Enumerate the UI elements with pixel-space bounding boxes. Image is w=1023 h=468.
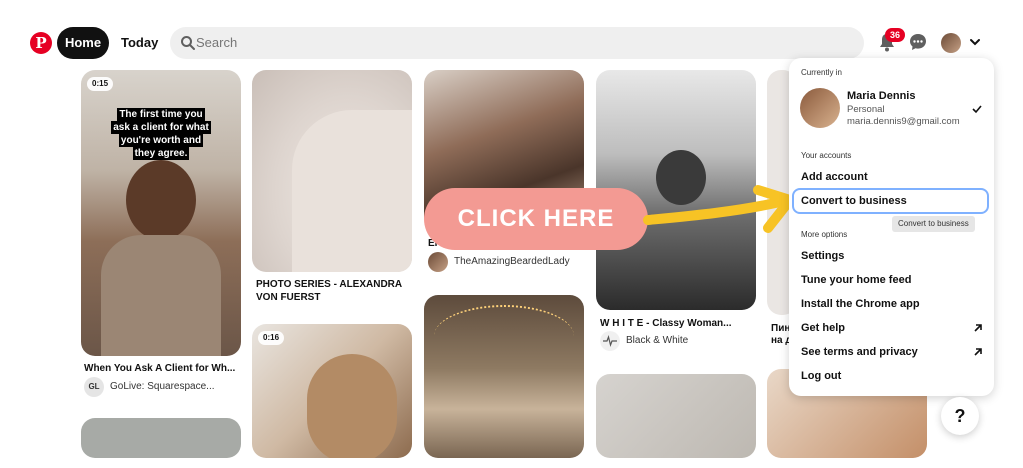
account-dropdown-menu: Currently in Maria Dennis Personal maria… (789, 58, 994, 396)
profile-avatar[interactable] (941, 33, 961, 53)
pin-image-bottom-left[interactable] (81, 418, 241, 458)
search-bar[interactable]: Search (170, 27, 864, 59)
log-out-menu-item[interactable]: Log out (801, 368, 841, 384)
messages-icon[interactable] (909, 33, 927, 51)
account-type: Personal (847, 104, 885, 115)
more-options-label: More options (801, 230, 848, 239)
your-accounts-label: Your accounts (801, 151, 852, 160)
home-tab[interactable]: Home (57, 27, 109, 59)
source-avatar[interactable]: GL (84, 377, 104, 397)
click-here-callout: CLICK HERE (424, 188, 648, 250)
currently-in-label: Currently in (801, 68, 842, 77)
pin-source[interactable]: TheAmazingBeardedLady (454, 252, 570, 272)
source-avatar-icon[interactable] (600, 331, 620, 351)
pinterest-logo-icon[interactable]: P (30, 32, 52, 54)
install-chrome-app-menu-item[interactable]: Install the Chrome app (801, 296, 920, 312)
checkmark-icon (972, 105, 982, 114)
video-caption-text: The first time you ask a client for what… (111, 108, 211, 160)
convert-to-business-menu-item[interactable]: Convert to business (801, 193, 907, 209)
add-account-menu-item[interactable]: Add account (801, 169, 868, 185)
person-hair (307, 354, 397, 458)
person-head (126, 160, 196, 240)
settings-menu-item[interactable]: Settings (801, 248, 844, 264)
pin-source[interactable]: Black & White (626, 331, 688, 351)
external-link-arrow-icon (974, 348, 982, 356)
get-help-menu-item[interactable]: Get help (801, 320, 845, 336)
pin-concrete[interactable] (596, 374, 756, 458)
string-lights (434, 305, 574, 367)
pin-photo-series[interactable] (252, 70, 412, 272)
today-tab[interactable]: Today (121, 27, 158, 59)
pin-title[interactable]: W H I T E - Classy Woman... (600, 317, 732, 330)
pin-source[interactable]: GoLive: Squarespace... (110, 377, 215, 397)
video-duration-badge: 0:15 (87, 77, 114, 91)
pin-bedroom[interactable] (424, 295, 584, 458)
account-name: Maria Dennis (847, 90, 916, 102)
pin-portrait-video[interactable]: 0:16 (252, 324, 412, 458)
pin-title[interactable]: PHOTO SERIES - ALEXANDRA VON FUERST (256, 278, 406, 304)
sculpture-shape (292, 110, 412, 272)
pin-title[interactable]: When You Ask A Client for Wh... (84, 362, 244, 375)
terms-privacy-menu-item[interactable]: See terms and privacy (801, 344, 918, 360)
person-blazer (101, 235, 221, 356)
tune-home-feed-menu-item[interactable]: Tune your home feed (801, 272, 911, 288)
convert-to-business-tooltip: Convert to business (892, 216, 975, 232)
account-avatar (800, 88, 840, 128)
chevron-down-icon[interactable] (969, 36, 981, 48)
search-icon (181, 36, 195, 50)
external-link-arrow-icon (974, 324, 982, 332)
pin-video-client[interactable]: 0:15 The first time you ask a client for… (81, 70, 241, 356)
video-duration-badge: 0:16 (258, 331, 285, 345)
notification-count-badge: 36 (885, 28, 905, 42)
help-button[interactable]: ? (941, 397, 979, 435)
search-input[interactable]: Search (196, 27, 237, 59)
account-email: maria.dennis9@gmail.com (847, 116, 960, 127)
arrow-pointer-icon (643, 185, 795, 233)
source-avatar[interactable] (428, 252, 448, 272)
